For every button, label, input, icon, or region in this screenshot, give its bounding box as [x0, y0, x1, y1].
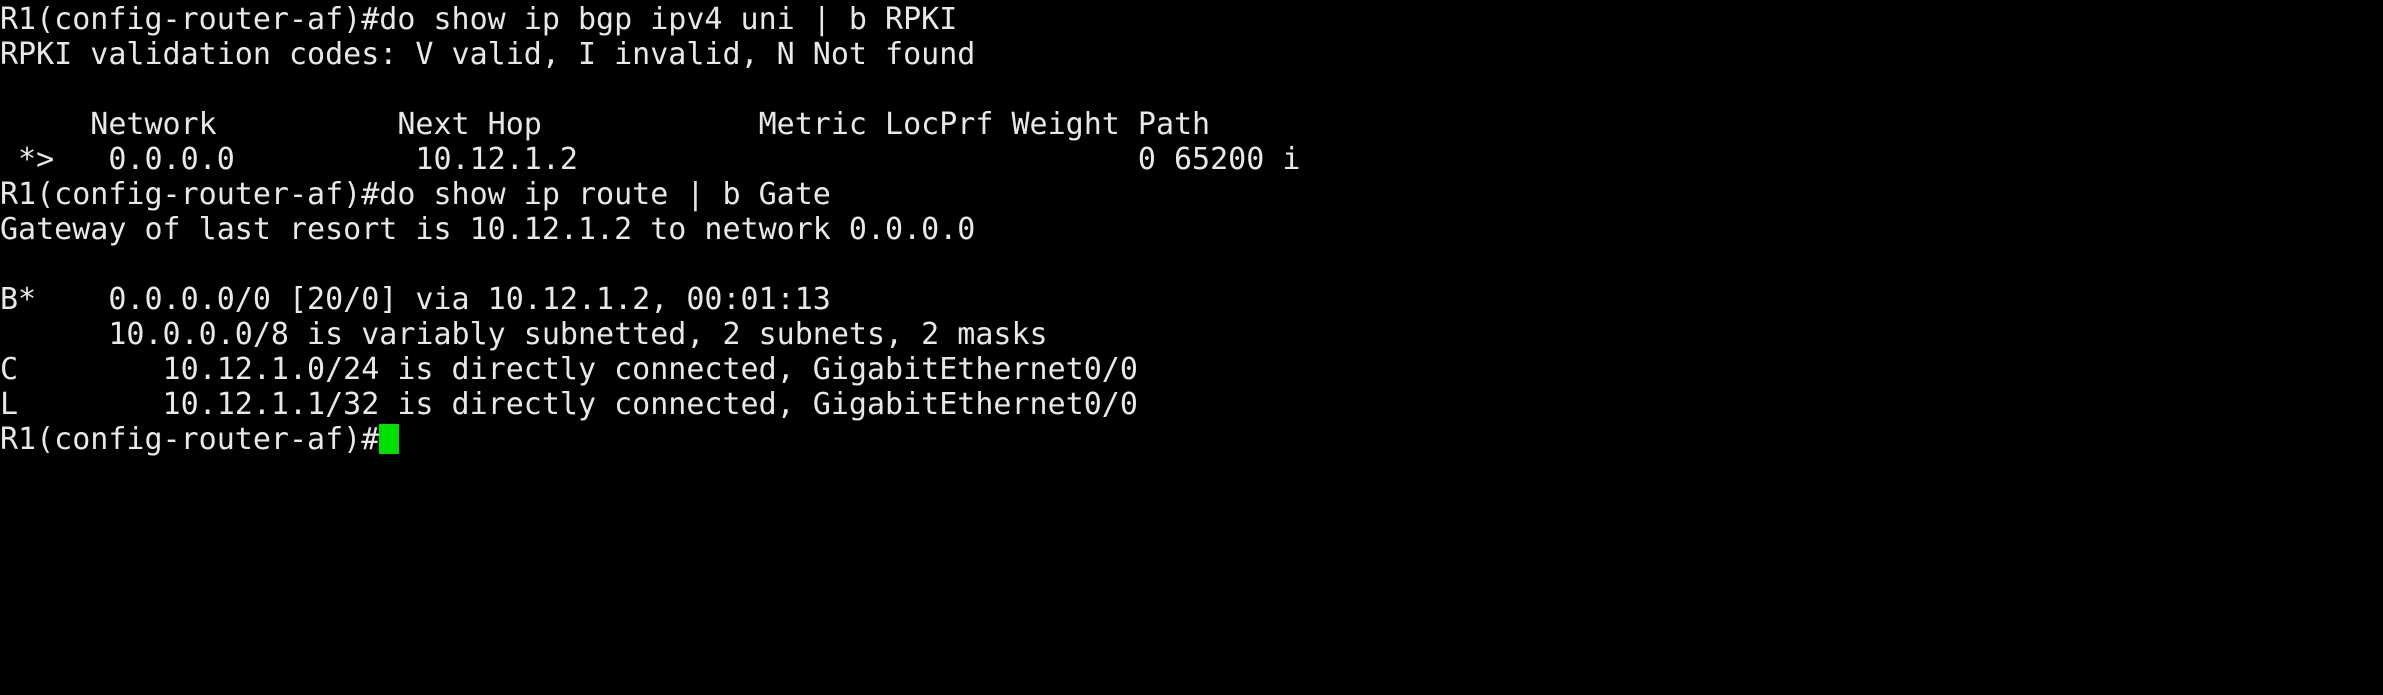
terminal-line-route-connected-c: C 10.12.1.0/24 is directly connected, Gi… — [0, 352, 1138, 387]
terminal-screen[interactable]: R1(config-router-af)#do show ip bgp ipv4… — [0, 2, 2383, 457]
terminal-prompt-line[interactable]: R1(config-router-af)# — [0, 422, 2383, 457]
terminal-line-rpki-validation-codes: RPKI validation codes: V valid, I invali… — [0, 37, 976, 72]
terminal-line-bgp-table-header: Network Next Hop Metric LocPrf Weight Pa… — [0, 107, 1211, 142]
terminal-line-route-subnetted-header: 10.0.0.0/8 is variably subnetted, 2 subn… — [0, 317, 1048, 352]
terminal-line-route-bgp-default: B* 0.0.0.0/0 [20/0] via 10.12.1.2, 00:01… — [0, 282, 831, 317]
terminal-window[interactable]: R1(config-router-af)#do show ip bgp ipv4… — [0, 0, 2383, 695]
terminal-line-blank-2 — [0, 247, 2383, 282]
terminal-prompt-text: R1(config-router-af)# — [0, 422, 380, 457]
terminal-cursor — [379, 423, 400, 454]
terminal-line-blank-1 — [0, 72, 2383, 107]
terminal-line-bgp-route-default: *> 0.0.0.0 10.12.1.2 0 65200 i — [0, 142, 1301, 177]
terminal-line-gateway-of-last-resort: Gateway of last resort is 10.12.1.2 to n… — [0, 212, 976, 247]
terminal-line-route-connected-l: L 10.12.1.1/32 is directly connected, Gi… — [0, 387, 1138, 422]
terminal-line-command-show-bgp: R1(config-router-af)#do show ip bgp ipv4… — [0, 2, 958, 37]
terminal-line-command-show-ip-route: R1(config-router-af)#do show ip route | … — [0, 177, 831, 212]
